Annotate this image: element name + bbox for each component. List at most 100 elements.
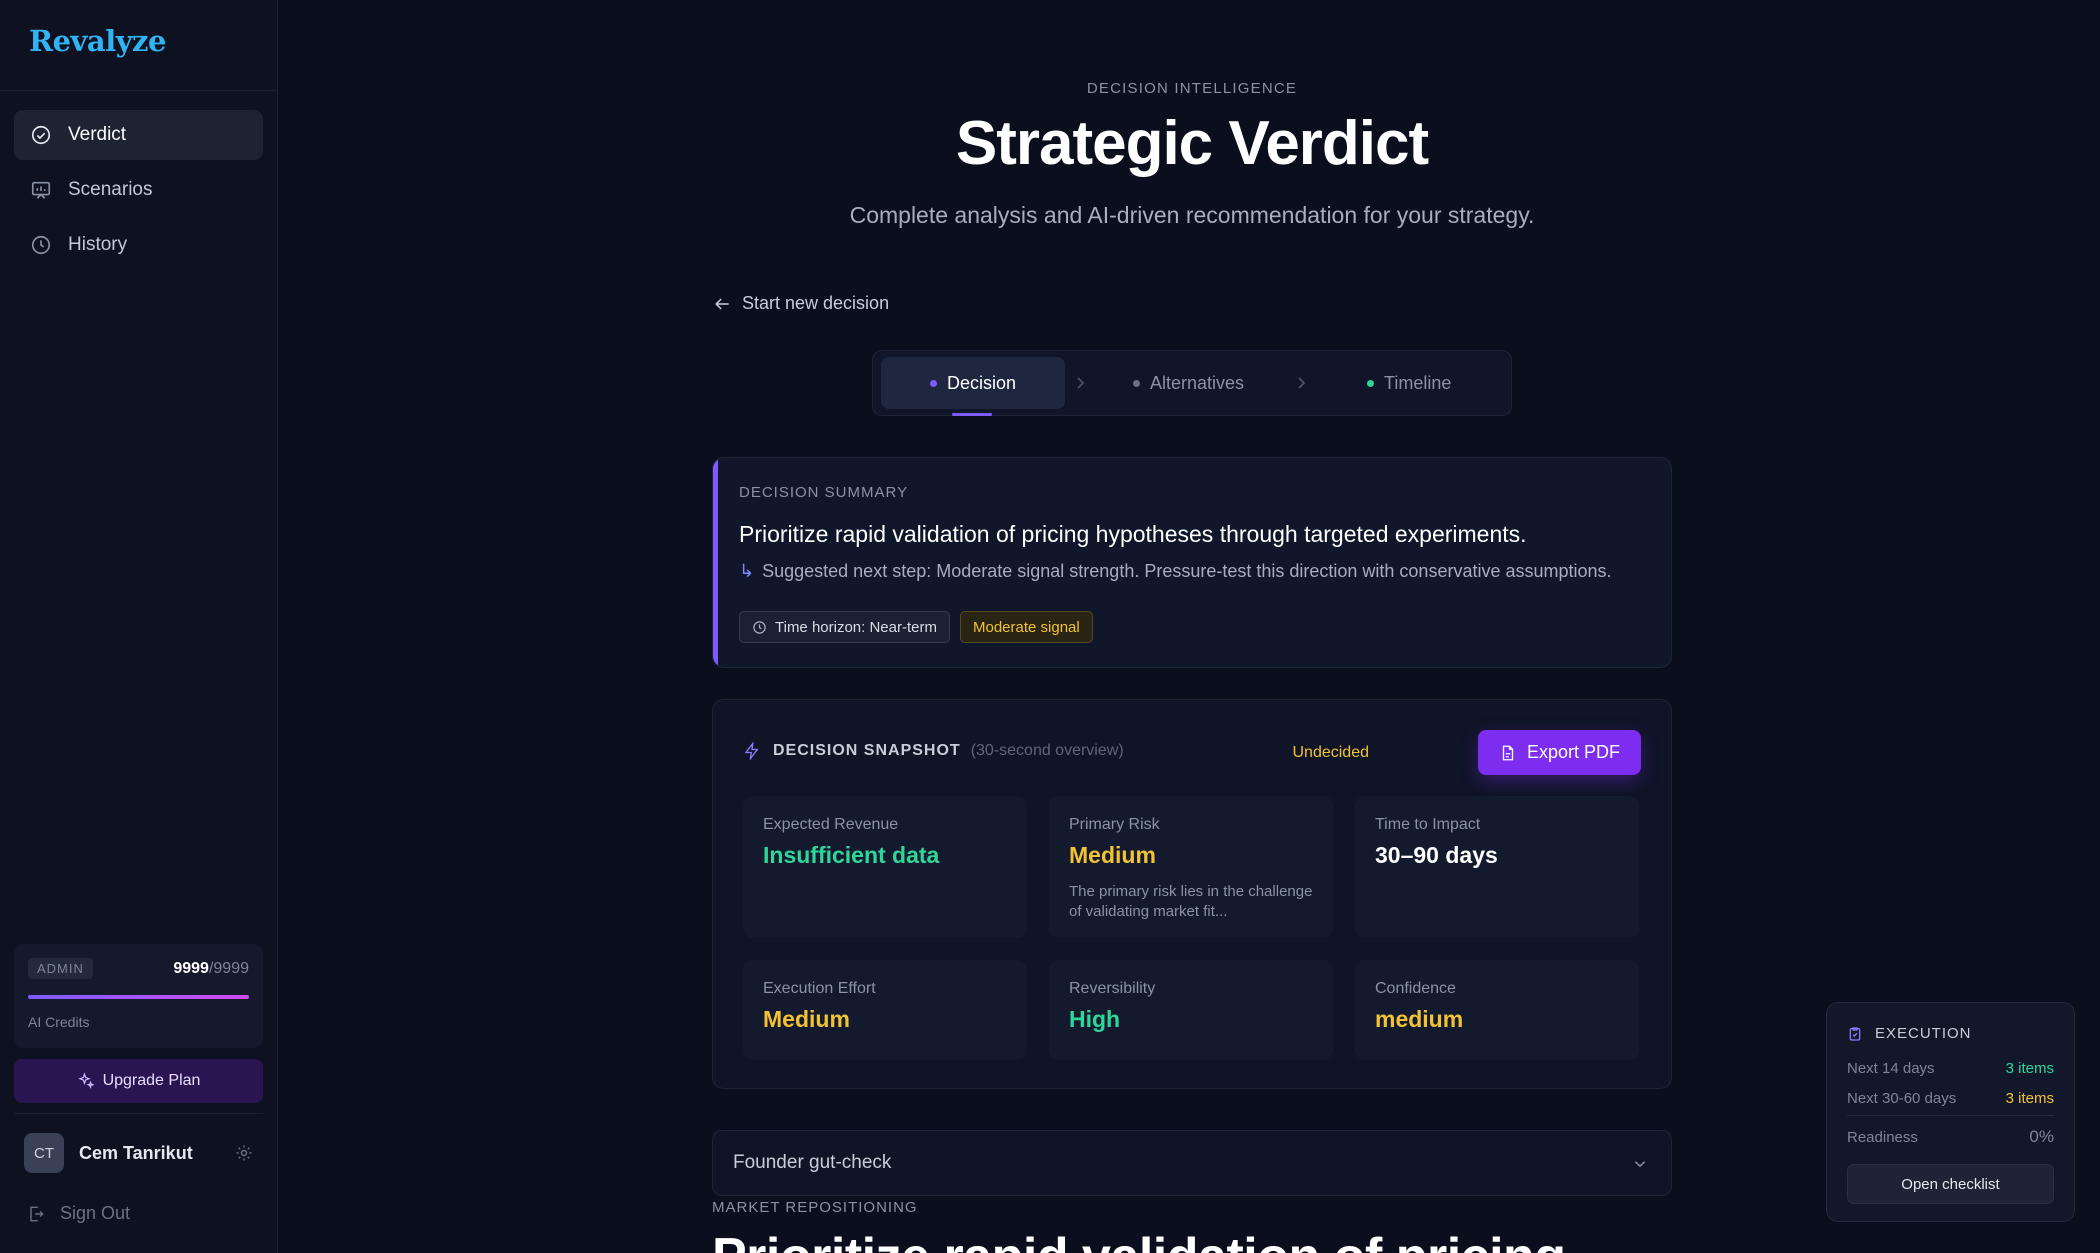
user-profile[interactable]: CT Cem Tanrikut (24, 1133, 254, 1173)
execution-row-value: 3 items (2005, 1090, 2054, 1107)
metric-expected-revenue: Expected Revenue Insufficient data (743, 796, 1027, 938)
lightning-icon (744, 742, 759, 760)
step-dot (929, 379, 937, 387)
sparkle-icon (77, 1072, 95, 1089)
metric-label: Time to Impact (1375, 816, 1481, 833)
export-pdf-button[interactable]: Export PDF (1478, 730, 1641, 775)
file-icon (1502, 745, 1514, 760)
execution-row-label: Next 14 days (1847, 1060, 1935, 1077)
decision-summary-card: DECISION SUMMARY Prioritize rapid valida… (712, 457, 1672, 668)
snapshot-title: DECISION SNAPSHOT (773, 742, 961, 759)
founder-gut-check-accordion[interactable]: Founder gut-check (712, 1130, 1672, 1196)
open-checklist-button[interactable]: Open checklist (1847, 1164, 2054, 1204)
readiness-value: 0% (2029, 1127, 2054, 1146)
execution-divider (1847, 1115, 2054, 1116)
metric-value: Medium (1069, 842, 1156, 868)
credits-progress-fill (28, 995, 249, 999)
clipboard-check-icon (1849, 1026, 1861, 1041)
metric-confidence: Confidence medium (1355, 960, 1639, 1060)
metric-label: Execution Effort (763, 980, 876, 997)
tab-decision[interactable]: Decision (881, 357, 1065, 409)
avatar: CT (24, 1133, 64, 1173)
metric-execution-effort: Execution Effort Medium (743, 960, 1027, 1060)
tab-label: Timeline (1384, 372, 1452, 393)
time-horizon-label: Time horizon: Near-term (775, 618, 937, 636)
suggested-next-step: ↳ Suggested next step: Moderate signal st… (739, 561, 1612, 582)
decision-summary-headline: Prioritize rapid validation of pricing h… (739, 521, 1527, 547)
step-dot (1133, 379, 1140, 387)
app-logo[interactable]: Revalyze (29, 24, 166, 58)
sidebar: Revalyze Verdict Scenarios History ADMIN… (0, 0, 278, 1253)
section-heading: Prioritize rapid validation of pricing (712, 1227, 1566, 1253)
decision-snapshot-card: DECISION SNAPSHOT (30-second overview) U… (712, 699, 1672, 1089)
chevron-down-icon (1634, 1161, 1646, 1168)
decision-status: Undecided (1292, 744, 1370, 761)
chevron-right-icon (1077, 377, 1085, 389)
arrow-left-icon (715, 297, 729, 310)
start-new-decision-link[interactable]: Start new decision (712, 293, 889, 314)
sign-out-icon (30, 1206, 44, 1221)
tab-label: Decision (946, 372, 1017, 393)
execution-widget: EXECUTION Next 14 days 3 items Next 30-6… (1826, 1002, 2075, 1222)
metric-primary-risk: Primary Risk Medium The primary risk lie… (1049, 796, 1333, 938)
credits-count: 9999/9999 (173, 960, 249, 978)
section-kicker: MARKET REPOSITIONING (712, 1199, 918, 1216)
start-new-decision-label: Start new decision (742, 293, 890, 313)
decision-summary-label: DECISION SUMMARY (739, 484, 909, 501)
metric-value: High (1069, 1006, 1121, 1032)
metric-label: Reversibility (1069, 980, 1156, 997)
user-name: Cem Tanrikut (79, 1142, 193, 1163)
credits-current: 9999 (173, 960, 209, 977)
metric-label: Primary Risk (1069, 816, 1160, 833)
active-tab-underline (952, 413, 992, 416)
sign-out-label: Sign Out (60, 1203, 131, 1223)
card-accent-bar (713, 458, 718, 667)
clock-icon (30, 234, 52, 256)
execution-readiness: Readiness 0% (1847, 1127, 2054, 1146)
metric-note: The primary risk lies in the challenge o… (1069, 883, 1313, 920)
credits-total: /9999 (208, 960, 249, 977)
return-arrow-icon: ↳ (739, 561, 755, 581)
page-title: Strategic Verdict (955, 109, 1429, 178)
sidebar-item-label: Scenarios (68, 179, 153, 200)
chevron-right-icon (1298, 377, 1306, 389)
metric-value: Medium (763, 1006, 850, 1032)
export-pdf-label: Export PDF (1526, 742, 1621, 762)
metric-time-to-impact: Time to Impact 30–90 days (1355, 796, 1639, 938)
sign-out-button[interactable]: Sign Out (26, 1203, 130, 1224)
step-dot (1367, 379, 1374, 387)
sidebar-divider (14, 1113, 263, 1114)
gear-icon[interactable] (234, 1143, 254, 1163)
metric-label: Confidence (1375, 980, 1456, 997)
metric-value: Insufficient data (763, 842, 940, 868)
execution-row-value: 3 items (2005, 1060, 2054, 1077)
execution-row-label: Next 30-60 days (1847, 1090, 1957, 1107)
snapshot-header: DECISION SNAPSHOT (30-second overview) (743, 742, 1124, 760)
credits-progress-bar (28, 995, 249, 999)
tab-timeline[interactable]: Timeline (1367, 357, 1451, 409)
execution-row: Next 30-60 days 3 items (1847, 1090, 2054, 1107)
upgrade-plan-button[interactable]: Upgrade Plan (14, 1059, 263, 1103)
chart-board-icon (30, 179, 52, 201)
credits-label: AI Credits (28, 1014, 90, 1030)
founder-gut-check-label: Founder gut-check (733, 1152, 892, 1173)
page-kicker: DECISION INTELLIGENCE (1086, 80, 1298, 97)
metric-value: 30–90 days (1375, 842, 1498, 868)
metric-value: medium (1375, 1006, 1464, 1032)
tab-alternatives[interactable]: Alternatives (1133, 357, 1244, 409)
admin-badge: ADMIN (28, 958, 93, 979)
suggested-next-step-text: Suggested next step: Moderate signal str… (762, 561, 1612, 581)
snapshot-hint: (30-second overview) (970, 742, 1124, 759)
metric-label: Expected Revenue (763, 816, 899, 833)
page-subtitle: Complete analysis and AI-driven recommen… (849, 202, 1535, 228)
tab-label: Alternatives (1150, 372, 1245, 393)
readiness-label: Readiness (1847, 1129, 1918, 1146)
clock-icon (753, 620, 766, 634)
step-tabs: Decision Alternatives Timeline (872, 350, 1512, 416)
execution-header: EXECUTION (1847, 1025, 1972, 1042)
execution-row: Next 14 days 3 items (1847, 1060, 2054, 1077)
credits-card: ADMIN 9999/9999 AI Credits (14, 944, 263, 1048)
signal-badge: Moderate signal (959, 611, 1093, 643)
execution-title: EXECUTION (1875, 1025, 1972, 1042)
upgrade-plan-label: Upgrade Plan (102, 1072, 201, 1089)
